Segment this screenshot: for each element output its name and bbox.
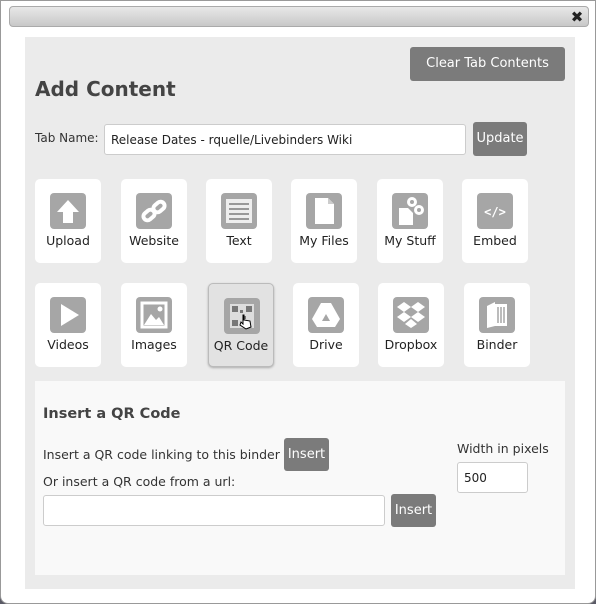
play-icon <box>50 297 86 333</box>
qr-code-icon <box>224 298 260 334</box>
tile-website[interactable]: Website <box>121 179 187 263</box>
tile-label: Embed <box>473 233 517 248</box>
text-icon <box>221 193 257 229</box>
binder-icon <box>479 297 515 333</box>
image-icon <box>136 297 172 333</box>
google-drive-icon <box>308 297 344 333</box>
tile-label: Videos <box>47 337 89 352</box>
add-content-dialog: ✖ Clear Tab Contents Add Content Tab Nam… <box>0 0 596 604</box>
tile-dropbox[interactable]: Dropbox <box>378 283 444 367</box>
tile-label: My Files <box>299 233 349 248</box>
dialog-titlebar[interactable] <box>9 6 589 27</box>
svg-text:</>: </> <box>484 205 506 219</box>
tile-label: Binder <box>476 337 518 352</box>
upload-icon <box>50 193 86 229</box>
section-title: Insert a QR Code <box>43 406 181 422</box>
tile-videos[interactable]: Videos <box>35 283 101 367</box>
width-label: Width in pixels <box>457 441 549 456</box>
dropbox-icon <box>393 297 429 333</box>
link-icon <box>136 193 172 229</box>
file-link-icon <box>392 193 428 229</box>
tile-label: Upload <box>46 233 90 248</box>
tile-my-files[interactable]: My Files <box>291 179 357 263</box>
page-title: Add Content <box>35 77 176 101</box>
tile-label: Dropbox <box>384 337 438 352</box>
update-button[interactable]: Update <box>473 122 527 156</box>
tile-images[interactable]: Images <box>121 283 187 367</box>
qr-url-input[interactable] <box>43 495 385 526</box>
insert-binder-qr-button[interactable]: Insert <box>284 438 329 471</box>
clear-tab-contents-button[interactable]: Clear Tab Contents <box>410 47 565 81</box>
tile-embed[interactable]: </> Embed <box>462 179 528 263</box>
tile-text[interactable]: Text <box>206 179 272 263</box>
tile-my-stuff[interactable]: My Stuff <box>377 179 443 263</box>
close-icon[interactable]: ✖ <box>567 7 587 27</box>
width-input[interactable] <box>457 462 528 493</box>
insert-url-qr-button[interactable]: Insert <box>391 494 436 527</box>
tile-upload[interactable]: Upload <box>35 179 101 263</box>
tile-label: Text <box>226 233 252 248</box>
tab-name-input[interactable] <box>104 124 466 155</box>
tile-label: My Stuff <box>384 233 436 248</box>
code-icon: </> <box>477 193 513 229</box>
link-binder-text: Insert a QR code linking to this binder <box>43 447 280 462</box>
tab-name-label: Tab Name: <box>35 131 99 145</box>
tile-label: QR Code <box>213 338 269 353</box>
tile-qr-code[interactable]: QR Code <box>208 283 274 367</box>
tile-label: Website <box>129 233 179 248</box>
tile-drive[interactable]: Drive <box>293 283 359 367</box>
tile-label: Drive <box>309 337 343 352</box>
tile-binder[interactable]: Binder <box>464 283 530 367</box>
url-text: Or insert a QR code from a url: <box>43 474 236 489</box>
tile-label: Images <box>131 337 177 352</box>
file-icon <box>306 193 342 229</box>
